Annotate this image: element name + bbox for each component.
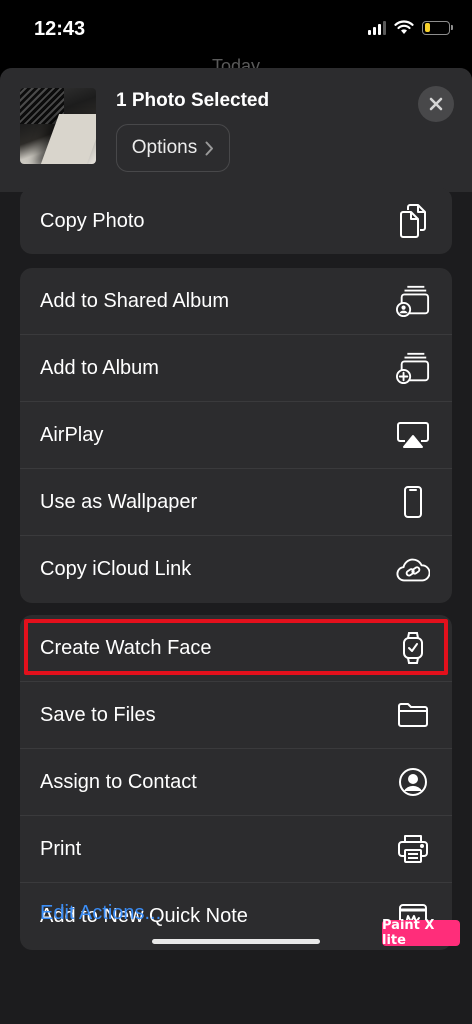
action-group-copy: Copy Photo	[20, 188, 452, 254]
action-label: Add to Shared Album	[40, 289, 230, 312]
add-album-icon	[396, 351, 430, 385]
action-airplay[interactable]: AirPlay	[20, 402, 452, 469]
battery-icon	[422, 20, 453, 35]
action-add-to-shared-album[interactable]: Add to Shared Album	[20, 268, 452, 335]
action-label: Create Watch Face	[40, 636, 212, 659]
copy-icon	[396, 204, 430, 238]
chevron-right-icon	[205, 141, 214, 155]
action-create-watch-face[interactable]: Create Watch Face	[20, 615, 452, 682]
cellular-signal-icon	[368, 20, 386, 35]
action-group-more: Create Watch Face Save to Files Assign t…	[20, 615, 452, 950]
airplay-icon	[396, 418, 430, 452]
phone-icon	[396, 485, 430, 519]
photo-thumbnail	[20, 88, 96, 164]
action-save-to-files[interactable]: Save to Files	[20, 682, 452, 749]
options-button[interactable]: Options	[116, 124, 230, 172]
icloud-link-icon	[396, 553, 430, 587]
watch-icon	[396, 631, 430, 665]
xmark-icon	[429, 97, 443, 111]
action-copy-photo[interactable]: Copy Photo	[20, 188, 452, 254]
action-label: Use as Wallpaper	[40, 490, 198, 513]
folder-icon	[396, 698, 430, 732]
wifi-icon	[394, 20, 414, 34]
selection-title: 1 Photo Selected	[116, 90, 270, 111]
action-label: Copy iCloud Link	[40, 558, 192, 580]
watermark-logo: Paint X lite	[382, 918, 460, 948]
action-label: Save to Files	[40, 703, 156, 726]
action-add-to-album[interactable]: Add to Album	[20, 335, 452, 402]
status-bar: 12:43	[0, 0, 472, 60]
home-indicator[interactable]	[152, 939, 320, 944]
action-label: Copy Photo	[40, 209, 145, 232]
close-button[interactable]	[418, 86, 454, 122]
action-label: Print	[40, 837, 82, 860]
action-print[interactable]: Print	[20, 816, 452, 883]
action-label: Assign to Contact	[40, 770, 197, 793]
edit-actions-link[interactable]: Edit Actions...	[40, 902, 161, 925]
action-assign-to-contact[interactable]: Assign to Contact	[20, 749, 452, 816]
printer-icon	[396, 832, 430, 866]
share-sheet-header: 1 Photo Selected Options	[0, 68, 472, 192]
status-icons	[368, 20, 453, 35]
action-label: AirPlay	[40, 423, 104, 446]
action-group-share: Add to Shared Album Add to Album AirPlay	[20, 268, 452, 603]
shared-album-icon	[396, 284, 430, 318]
action-copy-icloud-link[interactable]: Copy iCloud Link	[20, 536, 452, 603]
action-use-as-wallpaper[interactable]: Use as Wallpaper	[20, 469, 452, 536]
contact-icon	[396, 765, 430, 799]
action-label: Add to Album	[40, 356, 159, 379]
status-time: 12:43	[34, 18, 86, 40]
options-label: Options	[131, 137, 198, 158]
battery-level	[424, 23, 431, 32]
